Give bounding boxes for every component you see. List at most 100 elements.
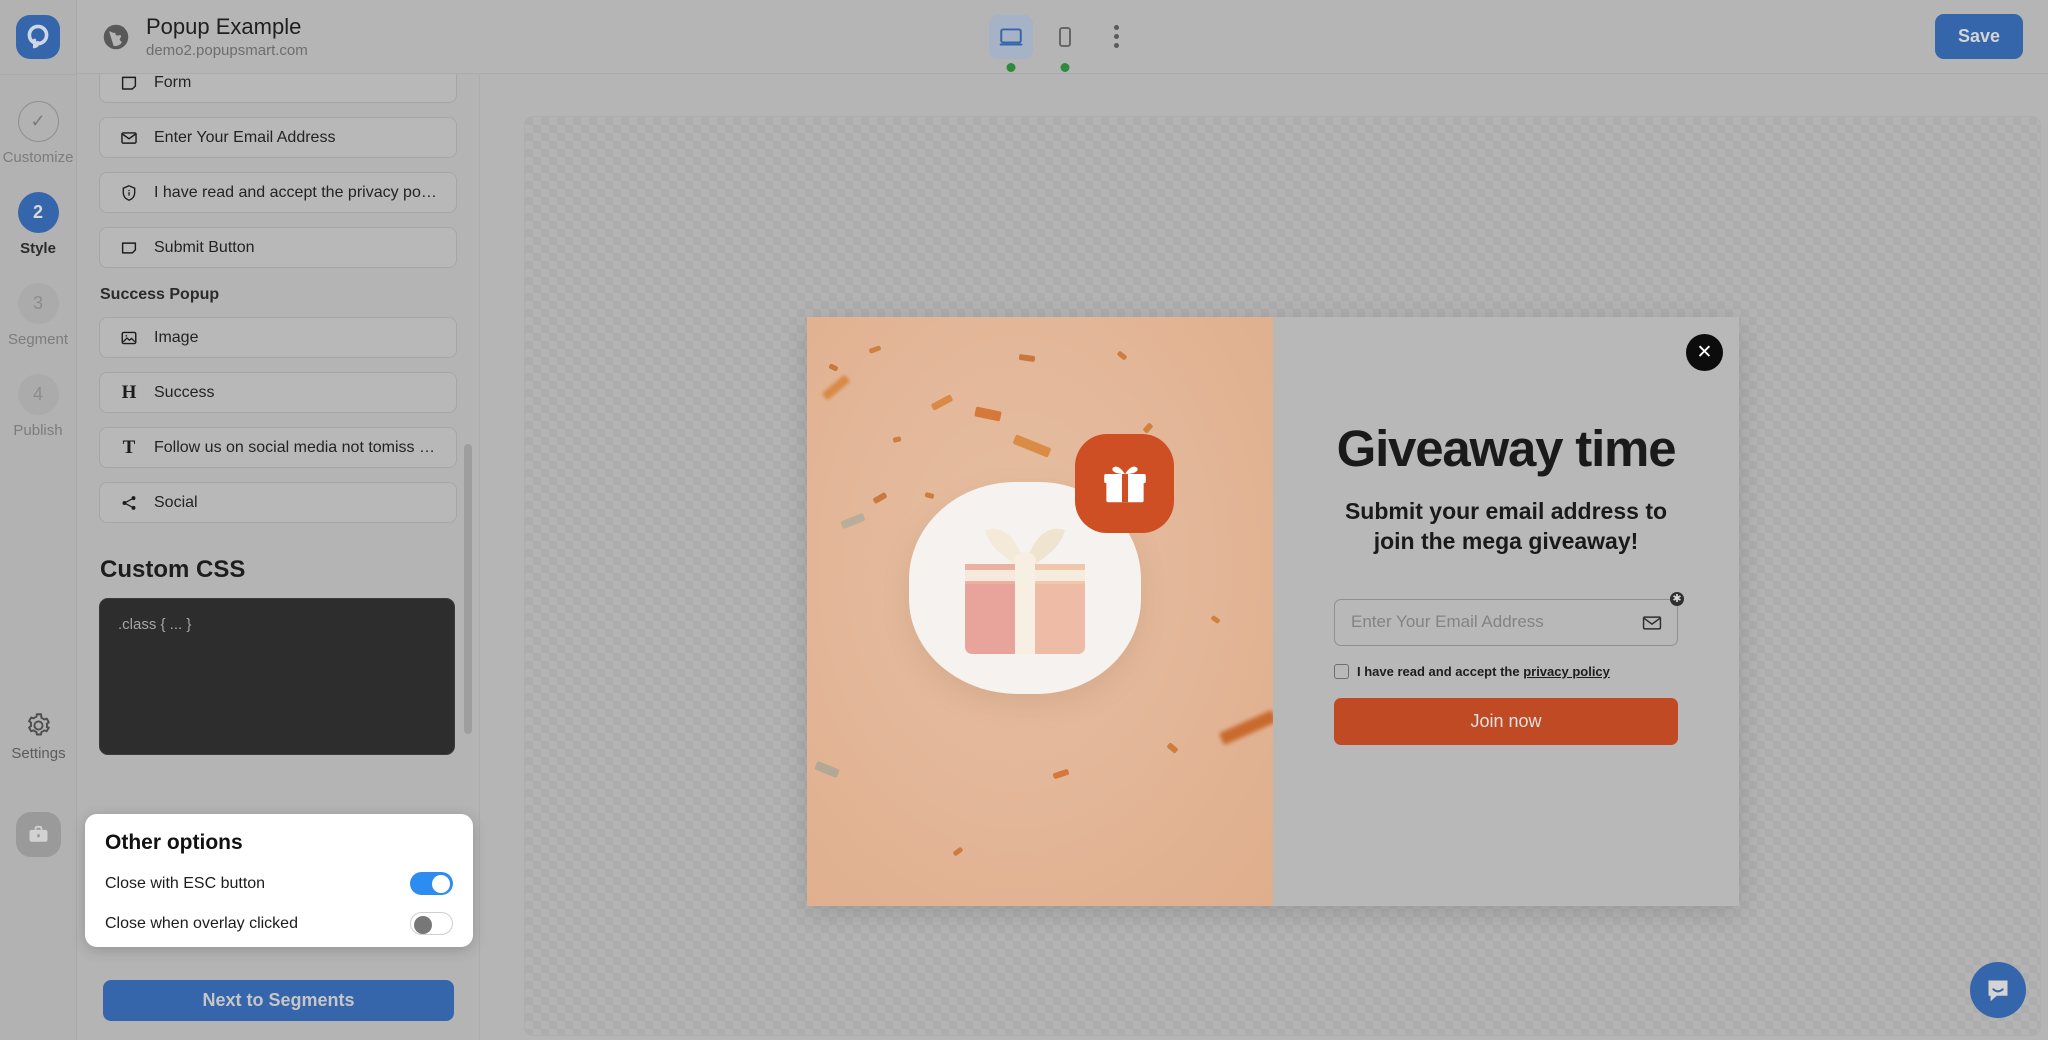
briefcase-icon (29, 825, 48, 842)
kebab-dot (1114, 25, 1119, 30)
step-label-segment: Segment (7, 331, 69, 348)
close-icon[interactable]: ✕ (1686, 334, 1723, 371)
popup-subheading: Submit your email address to join the me… (1345, 496, 1667, 557)
email-field-wrapper: ✱ (1334, 591, 1684, 646)
option-row-close-with-esc: Close with ESC button (105, 872, 453, 895)
consent-checkbox[interactable] (1334, 663, 1349, 679)
other-options-popover: Other options Close with ESC button Clos… (85, 814, 473, 947)
kebab-dot (1114, 34, 1119, 39)
email-input[interactable] (1334, 598, 1678, 646)
required-marker: ✱ (1670, 591, 1684, 606)
preview-area: ✕ Giveaway time Submit your email addres… (481, 75, 2048, 1040)
step-badge-customize: ✓ (17, 101, 59, 142)
device-desktop-status-dot (1006, 62, 1015, 72)
join-now-button[interactable]: Join now (1334, 697, 1678, 745)
settings-label: Settings (11, 745, 66, 762)
layer-label: I have read and accept the privacy polic… (154, 183, 438, 201)
layer-label: Form (154, 74, 192, 91)
popup-preview: ✕ Giveaway time Submit your email addres… (807, 317, 1739, 906)
toggle-knob (414, 915, 432, 934)
custom-css-title: Custom CSS (100, 556, 246, 583)
sidebar-item-settings[interactable]: Settings (0, 712, 77, 762)
button-icon (118, 239, 140, 257)
briefcase-button[interactable] (16, 812, 61, 857)
layer-label: Follow us on social media not tomiss the… (154, 438, 438, 456)
step-label-publish: Publish (13, 422, 63, 439)
mobile-icon (1058, 26, 1071, 47)
privacy-policy-link[interactable]: privacy policy (1523, 664, 1610, 679)
layer-item-form[interactable]: Form (99, 74, 457, 103)
preview-canvas: ✕ Giveaway time Submit your email addres… (524, 116, 2041, 1036)
toggle-close-on-overlay[interactable] (410, 912, 453, 935)
desktop-icon (999, 27, 1022, 45)
device-preview-toggle-group (988, 14, 1137, 72)
page-title: Popup Example (146, 13, 302, 39)
kebab-dot (1114, 43, 1119, 48)
sidebar-step-style[interactable]: 2 Style (0, 192, 77, 257)
sidebar-step-segment[interactable]: 3 Segment (0, 283, 77, 348)
layer-label: Image (154, 328, 199, 346)
sidebar-step-publish[interactable]: 4 Publish (0, 374, 77, 439)
layer-item-text-follow-us[interactable]: T Follow us on social media not tomiss t… (99, 427, 457, 468)
layer-item-image[interactable]: Image (99, 317, 457, 358)
consent-text-prefix: I have read and accept the (1357, 663, 1524, 679)
gear-icon (28, 713, 50, 736)
editor-panel-scrollbar[interactable] (464, 444, 472, 734)
popup-image-panel (807, 317, 1273, 906)
next-to-segments-button[interactable]: Next to Segments (103, 980, 454, 1021)
step-badge-style: 2 (17, 192, 59, 233)
popup-content-panel: ✕ Giveaway time Submit your email addres… (1273, 317, 1739, 906)
heading-icon: H (121, 381, 137, 403)
text-icon: T (122, 436, 136, 458)
save-button[interactable]: Save (1935, 14, 2023, 59)
layer-item-social[interactable]: Social (99, 482, 457, 523)
image-icon (118, 329, 140, 347)
device-mobile-status-dot (1060, 62, 1069, 72)
step-label-customize: Customize (2, 149, 74, 166)
gift-box-illustration (965, 528, 1085, 654)
rail-divider (0, 74, 77, 75)
app-root: ✓ Customize 2 Style 3 Segment 4 Publish … (0, 0, 2048, 1040)
shield-icon (118, 184, 140, 202)
gift-badge-icon (1075, 434, 1174, 533)
layer-label: Success (154, 383, 215, 401)
site-url: demo2.popupsmart.com (146, 42, 308, 60)
layer-label: Enter Your Email Address (154, 128, 336, 146)
share-icon (118, 494, 140, 512)
toggle-knob (432, 874, 450, 893)
other-options-title: Other options (105, 831, 243, 854)
popup-heading: Giveaway time (1336, 420, 1677, 477)
consent-row: I have read and accept the privacy polic… (1334, 663, 1678, 679)
layer-item-heading-success[interactable]: H Success (99, 372, 457, 413)
layer-label: Submit Button (154, 238, 255, 256)
mail-icon (1642, 616, 1662, 630)
layer-item-submit-button[interactable]: Submit Button (99, 227, 457, 268)
option-row-close-on-overlay: Close when overlay clicked (105, 912, 453, 935)
layer-label: Social (154, 493, 198, 511)
sidebar-step-customize[interactable]: ✓ Customize (0, 101, 77, 166)
step-label-style: Style (20, 240, 56, 257)
popup-subheading-line1: Submit your email address to (1344, 498, 1668, 524)
consent-text: I have read and accept the privacy polic… (1357, 664, 1610, 679)
mail-icon (118, 129, 140, 147)
popupsmart-logo-icon[interactable] (16, 15, 60, 59)
layer-item-privacy-consent[interactable]: I have read and accept the privacy polic… (99, 172, 457, 213)
option-label: Close with ESC button (105, 874, 266, 892)
step-badge-segment: 3 (17, 283, 59, 324)
option-label: Close when overlay clicked (105, 914, 298, 932)
custom-css-textarea[interactable] (99, 598, 455, 755)
site-meta: Popup Example demo2.popupsmart.com (146, 14, 308, 60)
left-rail: ✓ Customize 2 Style 3 Segment 4 Publish … (0, 0, 77, 1040)
device-mobile-button[interactable] (1043, 15, 1087, 72)
form-icon (118, 74, 140, 92)
globe-icon (103, 24, 129, 49)
layer-item-email-field[interactable]: Enter Your Email Address (99, 117, 457, 158)
step-badge-publish: 4 (17, 374, 59, 415)
top-bar: Popup Example demo2.popupsmart.com Save (77, 0, 2048, 74)
more-options-button[interactable] (1097, 15, 1137, 59)
chat-bubble-icon[interactable] (1970, 962, 2026, 1018)
device-desktop-button[interactable] (988, 14, 1033, 72)
toggle-close-with-esc[interactable] (410, 872, 453, 895)
popup-subheading-line2: join the mega giveaway! (1373, 528, 1639, 555)
section-title-success-popup: Success Popup (100, 286, 220, 303)
